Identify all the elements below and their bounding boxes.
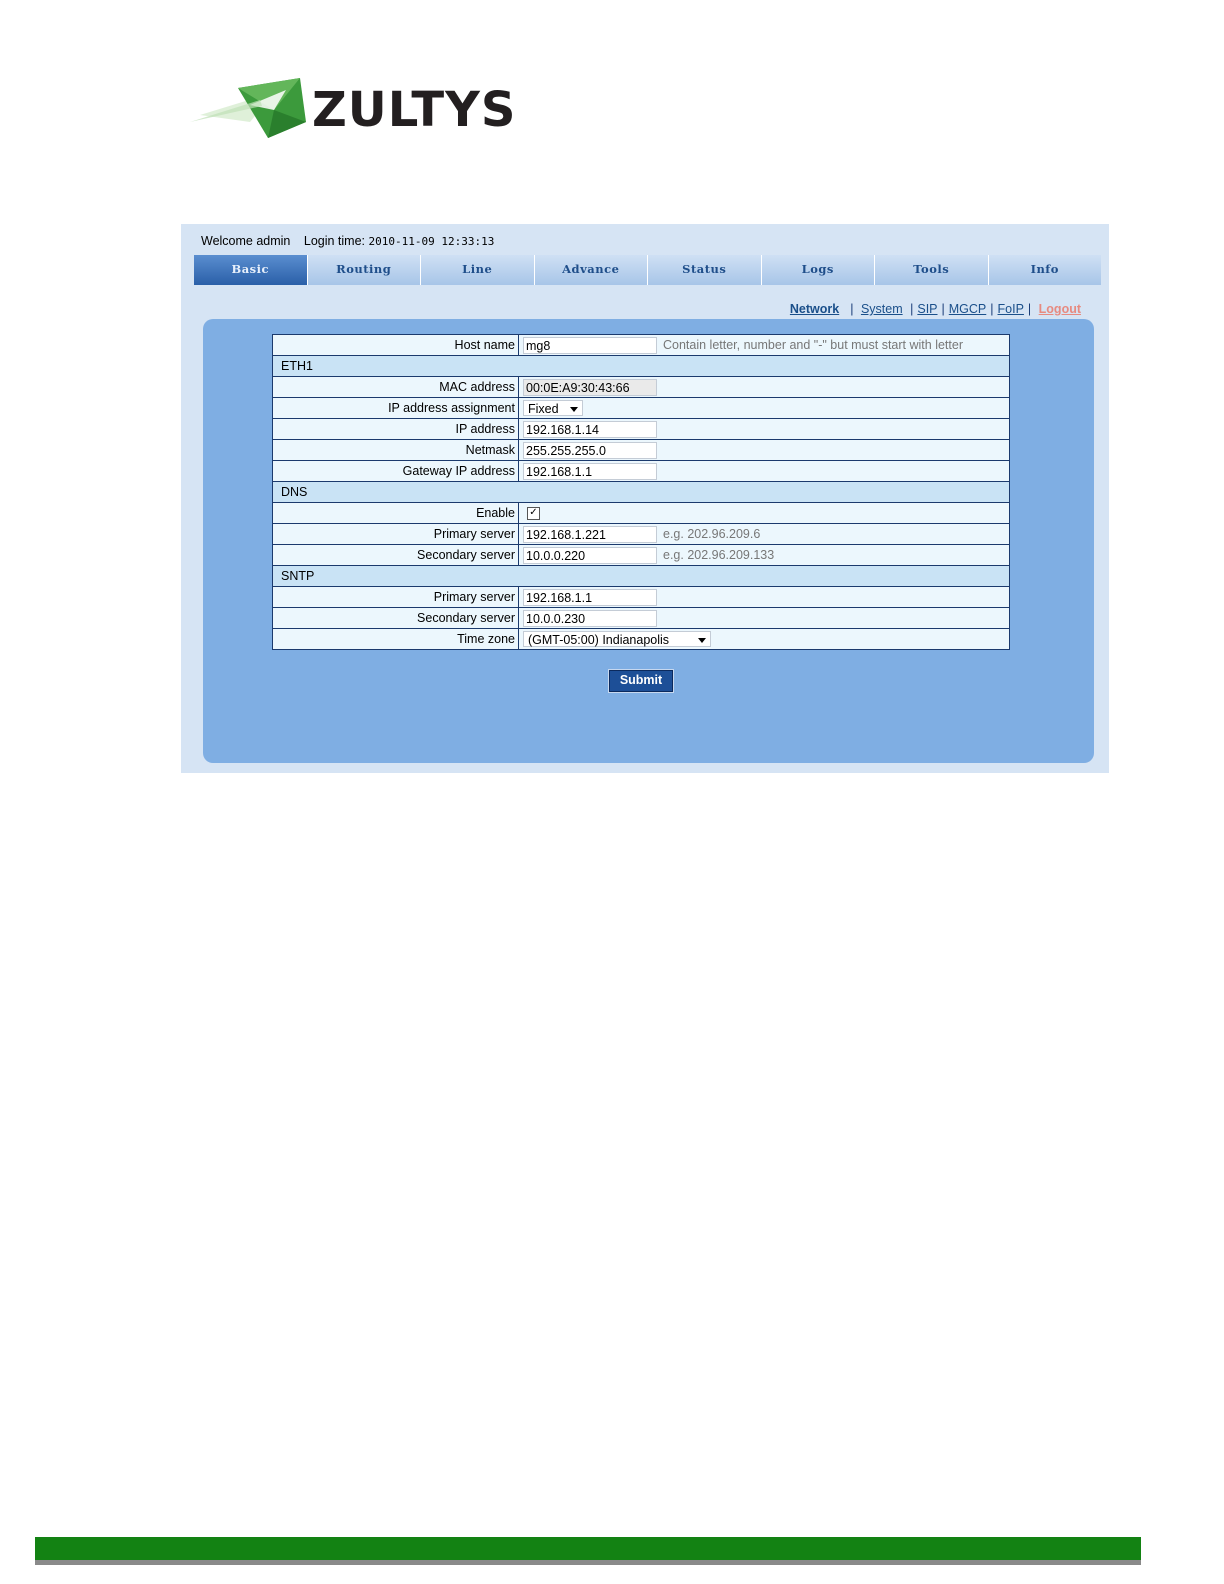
sntp-secondary-label: Secondary server (272, 607, 519, 629)
ip-assignment-select[interactable]: Fixed (523, 400, 583, 416)
mac-address-label: MAC address (272, 376, 519, 398)
zultys-logo: ZULTYS (190, 70, 520, 150)
sntp-primary-row: Primary server 192.168.1.1 (272, 586, 1010, 608)
subnav-separator: | (910, 302, 914, 316)
logout-link[interactable]: Logout (1039, 302, 1081, 316)
login-label: Login time: (303, 234, 366, 248)
eth1-section-header: ETH1 (272, 355, 1010, 377)
dns-section-header: DNS (272, 481, 1010, 503)
welcome-bar: Welcome admin Login time: 2010-11-09 12:… (201, 234, 494, 248)
subnav-mgcp-link[interactable]: MGCP (949, 302, 987, 316)
subnav-system-link[interactable]: System (861, 302, 903, 316)
ip-assignment-value: Fixed (528, 402, 559, 416)
ip-address-input[interactable]: 192.168.1.14 (523, 420, 657, 438)
sntp-secondary-row: Secondary server 10.0.0.230 (272, 607, 1010, 629)
tab-logs[interactable]: Logs (761, 255, 875, 285)
subnav-separator: | (846, 302, 854, 316)
dns-secondary-label: Secondary server (272, 544, 519, 566)
dns-primary-row: Primary server 192.168.1.221 e.g. 202.96.… (272, 523, 1010, 545)
tab-tools[interactable]: Tools (875, 255, 989, 285)
subnav-sip-link[interactable]: SIP (917, 302, 937, 316)
login-time: 2010-11-09 12:33:13 (368, 235, 495, 248)
ip-address-row: IP address 192.168.1.14 (272, 418, 1010, 440)
subnav-foip-link[interactable]: FoIP (998, 302, 1024, 316)
footer-gray-line (35, 1560, 1141, 1565)
timezone-select[interactable]: (GMT-05:00) Indianapolis (523, 631, 711, 647)
subnav-separator: | (990, 302, 994, 316)
ip-assignment-label: IP address assignment (272, 397, 519, 419)
welcome-text: Welcome admin (201, 234, 291, 248)
host-name-row: Host name mg8 Contain letter, number and … (272, 334, 1010, 356)
ip-address-label: IP address (272, 418, 519, 440)
dns-primary-label: Primary server (272, 523, 519, 545)
sntp-primary-label: Primary server (272, 586, 519, 608)
tab-basic[interactable]: Basic (194, 255, 308, 285)
dns-secondary-input[interactable]: 10.0.0.220 (523, 546, 657, 564)
timezone-value: (GMT-05:00) Indianapolis (528, 633, 670, 647)
netmask-label: Netmask (272, 439, 519, 461)
dns-secondary-row: Secondary server 10.0.0.220 e.g. 202.96.2… (272, 544, 1010, 566)
network-settings-table: Host name mg8 Contain letter, number and … (272, 334, 1010, 650)
dns-enable-label: Enable (272, 502, 519, 524)
ip-assignment-row: IP address assignment Fixed (272, 397, 1010, 419)
subnav-separator: | (1027, 302, 1032, 316)
timezone-label: Time zone (272, 628, 519, 650)
netmask-row: Netmask 255.255.255.0 (272, 439, 1010, 461)
sntp-section-header: SNTP (272, 565, 1010, 587)
sntp-primary-input[interactable]: 192.168.1.1 (523, 588, 657, 606)
tab-status[interactable]: Status (648, 255, 762, 285)
chevron-down-icon (570, 407, 578, 412)
submit-button[interactable]: Submit (609, 670, 673, 692)
logo-wordmark: ZULTYS (312, 82, 517, 138)
content-area: Host name mg8 Contain letter, number and … (203, 319, 1094, 763)
dns-secondary-hint: e.g. 202.96.209.133 (663, 548, 775, 562)
main-tabs: Basic Routing Line Advance Status Logs T… (194, 255, 1101, 285)
mac-address-field: 00:0E:A9:30:43:66 (523, 378, 657, 396)
host-name-hint: Contain letter, number and "-" but must … (663, 338, 963, 352)
gateway-input[interactable]: 192.168.1.1 (523, 462, 657, 480)
footer-green-bar (35, 1537, 1141, 1560)
subnav-separator: | (941, 302, 945, 316)
gateway-row: Gateway IP address 192.168.1.1 (272, 460, 1010, 482)
tab-advance[interactable]: Advance (534, 255, 648, 285)
main-panel: Welcome admin Login time: 2010-11-09 12:… (181, 224, 1109, 773)
eth1-title: ETH1 (272, 355, 1010, 377)
dns-enable-checkbox[interactable]: ✓ (527, 507, 540, 521)
tab-line[interactable]: Line (421, 255, 535, 285)
tab-info[interactable]: Info (988, 255, 1101, 285)
timezone-row: Time zone (GMT-05:00) Indianapolis (272, 628, 1010, 650)
dns-title: DNS (272, 481, 1010, 503)
mac-address-row: MAC address 00:0E:A9:30:43:66 (272, 376, 1010, 398)
sntp-secondary-input[interactable]: 10.0.0.230 (523, 609, 657, 627)
tab-routing[interactable]: Routing (307, 255, 421, 285)
dns-primary-hint: e.g. 202.96.209.6 (663, 527, 761, 541)
host-name-input[interactable]: mg8 (523, 336, 657, 354)
sub-navigation: Network | System | SIP | MGCP | FoIP | Logout (790, 302, 1081, 316)
chevron-down-icon (698, 638, 706, 643)
sntp-title: SNTP (272, 565, 1010, 587)
gateway-label: Gateway IP address (272, 460, 519, 482)
netmask-input[interactable]: 255.255.255.0 (523, 441, 657, 459)
dns-primary-input[interactable]: 192.168.1.221 (523, 525, 657, 543)
subnav-network-link[interactable]: Network (790, 302, 839, 316)
dns-enable-row: Enable ✓ (272, 502, 1010, 524)
zultys-leaf-logo-icon (190, 78, 306, 138)
host-name-label: Host name (272, 334, 519, 356)
